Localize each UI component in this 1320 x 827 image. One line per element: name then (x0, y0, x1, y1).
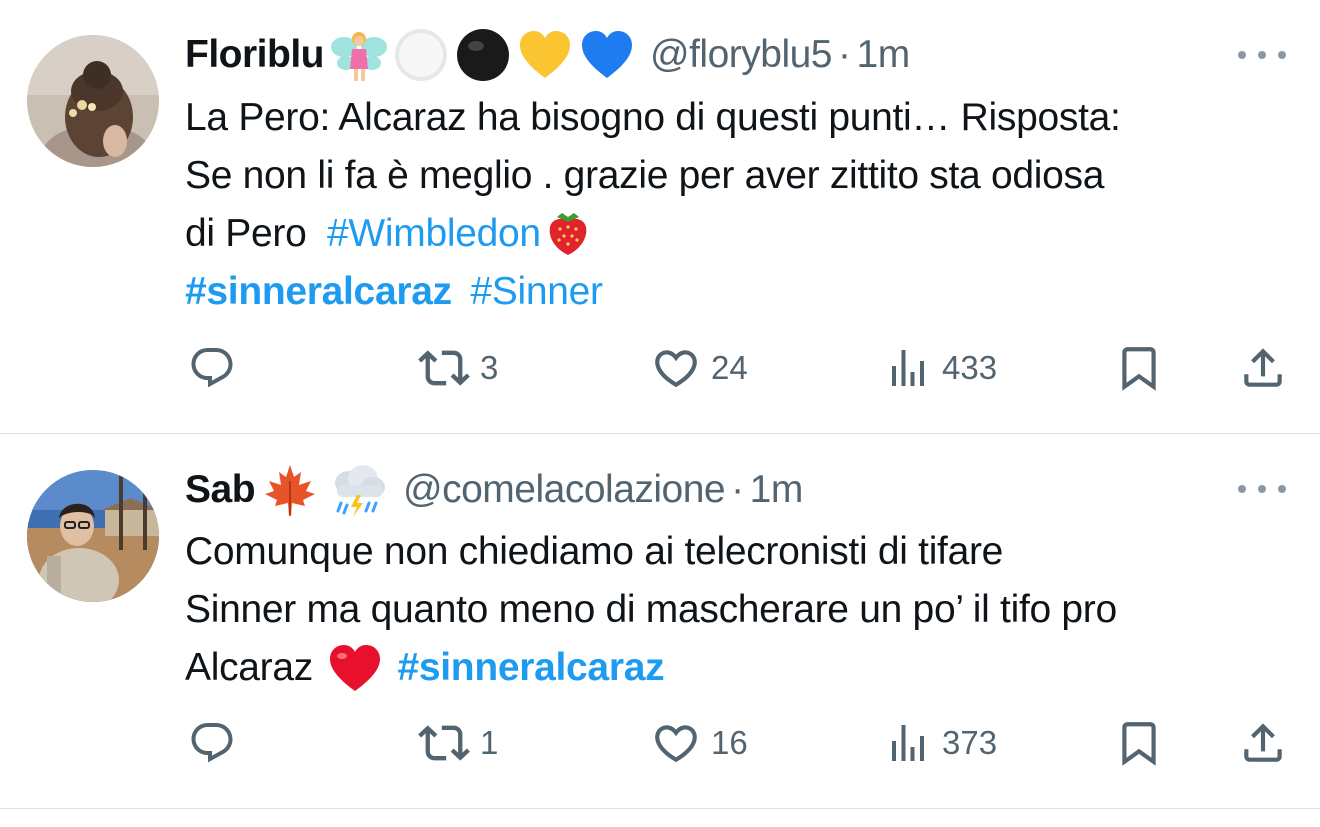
retweet-button[interactable]: 1 (418, 713, 498, 773)
like-button[interactable]: 16 (651, 713, 748, 773)
tweet-divider (0, 808, 1320, 809)
view-count: 433 (942, 349, 998, 386)
tweet[interactable]: Sab @comelacolazione · 1m Comunque non c… (0, 434, 1320, 808)
view-count: 373 (942, 724, 998, 761)
more-icon[interactable] (1238, 43, 1286, 67)
share-icon (1244, 348, 1282, 387)
retweet-icon (418, 350, 470, 386)
separator-dot: · (731, 468, 744, 511)
tweet-header: Floriblu @floryblu5 · 1m (185, 27, 910, 83)
retweet-count: 3 (480, 349, 499, 386)
tweet-actions: 1 16 373 (0, 713, 1320, 773)
tweet-text: La Pero: Alcaraz ha bisogno di questi pu… (185, 89, 1295, 321)
tweet-text-line: Comunque non chiediamo ai telecronisti d… (185, 530, 1004, 573)
tweet[interactable]: Floriblu @floryblu5 · 1m La Pero: Alcara… (0, 0, 1320, 433)
hashtag-link[interactable]: #sinneralcaraz (397, 639, 664, 697)
tweet-header: Sab @comelacolazione · 1m (185, 462, 803, 518)
views-chart-icon (892, 350, 924, 386)
views-button[interactable]: 373 (884, 713, 997, 773)
avatar[interactable] (27, 470, 159, 602)
timeline-feed: Floriblu @floryblu5 · 1m La Pero: Alcara… (0, 0, 1320, 827)
like-count: 24 (711, 349, 748, 386)
reply-icon (191, 723, 233, 763)
hashtag-link[interactable]: #sinneralcaraz (185, 270, 452, 313)
retweet-icon (418, 725, 470, 761)
tweet-text-segment: Alcaraz (185, 646, 324, 689)
fairy-emoji-icon (330, 32, 387, 81)
timestamp[interactable]: 1m (750, 468, 804, 512)
tweet-text-line: Alcaraz #sinneralcaraz (185, 639, 1295, 697)
tweet-text-line: La Pero: Alcaraz ha bisogno di questi pu… (185, 96, 1121, 139)
tweet-text-line: #sinneralcaraz #Sinner (185, 263, 1295, 321)
share-button[interactable] (1238, 338, 1288, 398)
thunder-cloud-rain-emoji-icon (335, 465, 386, 517)
retweet-count: 1 (480, 724, 499, 761)
tweet-text-line: di Pero #Wimbledon (185, 205, 1295, 263)
bookmark-icon (1122, 722, 1156, 766)
maple-leaf-emoji-icon (265, 465, 316, 516)
black-circle-emoji-icon (456, 29, 509, 81)
share-button[interactable] (1238, 713, 1288, 773)
heart-icon (655, 350, 697, 388)
tweet-actions: 3 24 433 (0, 338, 1320, 398)
views-chart-icon (892, 725, 924, 761)
retweet-button[interactable]: 3 (418, 338, 498, 398)
strawberry-emoji-icon (549, 213, 587, 255)
red-heart-emoji-icon (330, 645, 381, 691)
yellow-heart-emoji-icon (519, 31, 570, 78)
more-icon[interactable] (1238, 477, 1286, 501)
avatar[interactable] (27, 35, 159, 167)
user-handle[interactable]: @floryblu5 (650, 33, 833, 77)
display-name[interactable]: Sab (185, 468, 256, 512)
reply-button[interactable] (188, 338, 246, 398)
reply-button[interactable] (188, 713, 246, 773)
tweet-text-line: Sinner ma quanto meno di mascherare un p… (185, 588, 1117, 631)
heart-icon (655, 725, 697, 763)
bookmark-button[interactable] (1114, 713, 1164, 773)
reply-icon (191, 348, 233, 388)
white-circle-emoji-icon (394, 29, 447, 81)
user-handle[interactable]: @comelacolazione (403, 468, 726, 512)
tweet-text-line: Se non li fa è meglio . grazie per aver … (185, 154, 1105, 197)
bookmark-icon (1122, 347, 1156, 391)
separator-dot: · (838, 33, 851, 76)
tweet-text: Comunque non chiediamo ai telecronisti d… (185, 523, 1295, 697)
tweet-text-segment: di Pero (185, 212, 318, 255)
display-name-emojis (261, 461, 389, 519)
share-icon (1244, 723, 1282, 762)
like-count: 16 (711, 724, 748, 761)
blue-heart-emoji-icon (581, 31, 632, 78)
display-name[interactable]: Floriblu (185, 33, 324, 77)
bookmark-button[interactable] (1114, 338, 1164, 398)
views-button[interactable]: 433 (884, 338, 997, 398)
display-name-emojis (330, 26, 636, 84)
timestamp[interactable]: 1m (857, 33, 911, 77)
hashtag-link[interactable]: #Sinner (470, 270, 603, 313)
hashtag-link[interactable]: #Wimbledon (327, 205, 541, 263)
like-button[interactable]: 24 (651, 338, 748, 398)
